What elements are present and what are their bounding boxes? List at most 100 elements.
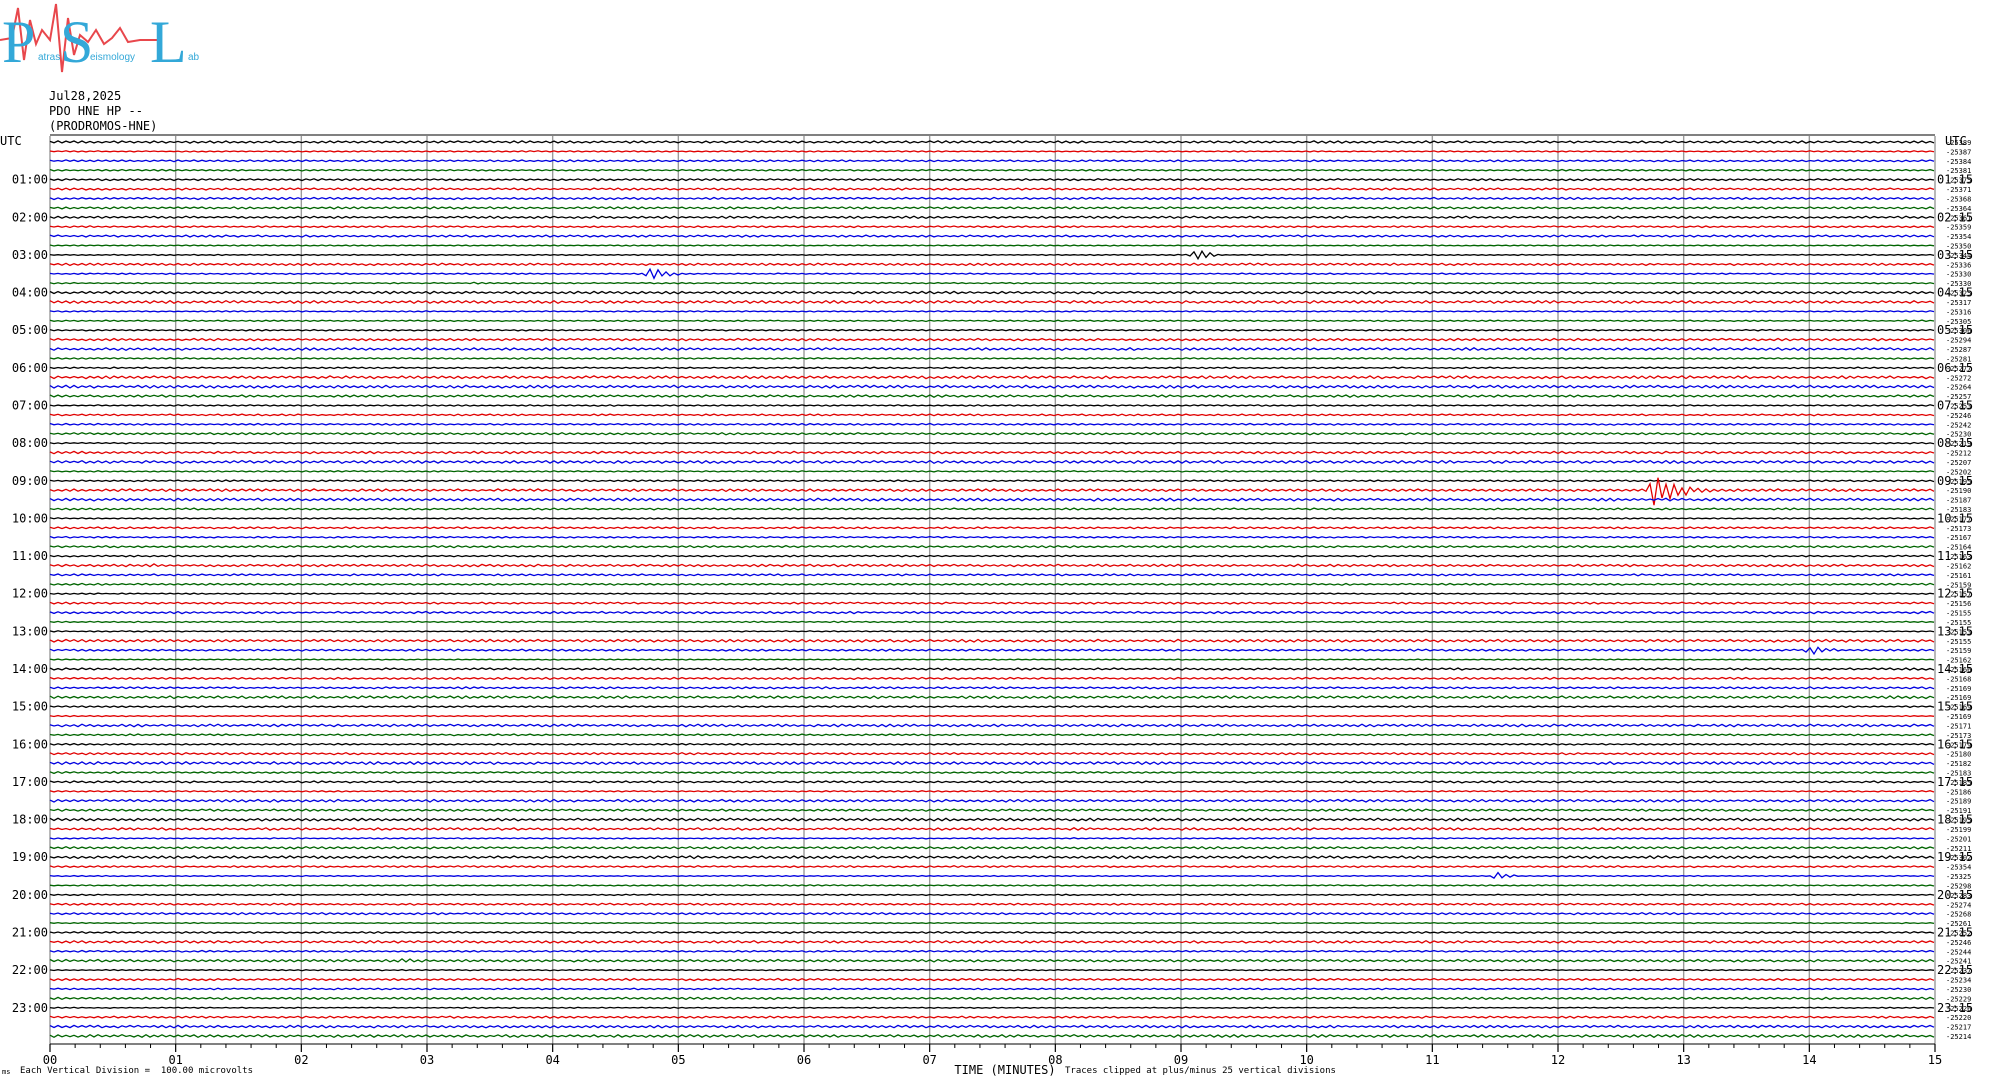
seismic-trace xyxy=(49,1015,1935,1019)
seismic-trace xyxy=(49,319,1935,323)
seismic-trace xyxy=(49,676,1935,681)
seismic-trace xyxy=(49,610,1935,615)
trace-offset-label: -25246 xyxy=(1946,939,1971,947)
seismic-trace xyxy=(49,911,1935,916)
left-hour-label: 21:00 xyxy=(12,925,48,939)
trace-offset-label: -25173 xyxy=(1946,525,1971,533)
trace-offset-label: -25207 xyxy=(1946,459,1971,467)
x-tick-label: 15 xyxy=(1928,1053,1942,1067)
seismic-trace xyxy=(49,375,1935,380)
trace-offset-label: -25246 xyxy=(1946,412,1971,420)
trace-offset-label: -25325 xyxy=(1946,873,1971,881)
left-hour-label: 22:00 xyxy=(12,963,48,977)
seismic-trace xyxy=(49,526,1935,530)
x-tick-label: 14 xyxy=(1802,1053,1816,1067)
seismic-trace xyxy=(49,733,1935,737)
seismic-trace xyxy=(49,977,1935,982)
right-hour-label: 15:15 xyxy=(1937,700,1973,714)
seismic-trace xyxy=(49,884,1935,887)
seismic-trace xyxy=(49,196,1935,201)
seismic-trace xyxy=(49,620,1935,624)
x-tick-label: 06 xyxy=(797,1053,811,1067)
trace-offset-label: -25180 xyxy=(1946,751,1971,759)
trace-offset-label: -25168 xyxy=(1946,675,1971,683)
right-hour-label: 05:15 xyxy=(1937,323,1973,337)
seismic-trace xyxy=(49,855,1935,860)
seismic-trace xyxy=(49,930,1935,935)
seismic-trace xyxy=(49,281,1935,285)
left-hour-label: 13:00 xyxy=(12,624,48,638)
right-hour-label: 23:15 xyxy=(1937,1001,1973,1015)
seismic-trace xyxy=(49,337,1935,342)
trace-offset-label: -25171 xyxy=(1946,722,1971,730)
seismic-trace xyxy=(49,958,1935,963)
left-hour-label: 10:00 xyxy=(12,511,48,525)
trace-offset-label: -25189 xyxy=(1946,798,1971,806)
right-hour-label: 10:15 xyxy=(1937,511,1973,525)
trace-offset-label: -25272 xyxy=(1946,374,1971,382)
left-hour-label: 16:00 xyxy=(12,737,48,751)
seismic-trace xyxy=(49,206,1935,210)
trace-offset-label: -25354 xyxy=(1946,233,1971,241)
seismic-trace xyxy=(49,357,1935,360)
trace-offset-label: -25268 xyxy=(1946,911,1971,919)
right-hour-label: 01:15 xyxy=(1937,173,1973,187)
seismic-trace xyxy=(49,921,1935,925)
trace-offset-label: -25169 xyxy=(1946,713,1971,721)
trace-offset-label: -25316 xyxy=(1946,308,1971,316)
seismic-trace xyxy=(49,262,1935,267)
trace-offset-label: -25220 xyxy=(1946,1014,1971,1022)
x-axis-title: TIME (MINUTES) xyxy=(954,1063,1055,1077)
seismic-trace xyxy=(49,573,1935,577)
seismic-trace xyxy=(49,592,1935,595)
seismic-trace xyxy=(49,459,1935,465)
seismic-trace xyxy=(49,384,1935,389)
x-tick-label: 09 xyxy=(1174,1053,1188,1067)
seismic-trace xyxy=(49,290,1935,295)
seismic-trace xyxy=(49,582,1935,586)
left-hour-label: 03:00 xyxy=(12,248,48,262)
seismic-trace xyxy=(49,667,1935,671)
seismic-trace xyxy=(49,267,1935,280)
right-hour-label: 12:15 xyxy=(1937,587,1973,601)
seismic-trace xyxy=(49,140,1935,144)
right-hour-label: 02:15 xyxy=(1937,210,1973,224)
seismic-trace xyxy=(49,310,1935,313)
left-hour-label: 07:00 xyxy=(12,398,48,412)
right-hour-label: 08:15 xyxy=(1937,436,1973,450)
helicorder-chart: 00 01 02 03 04 05 06 07 08 09 10 11 12 13 14 15-25389-2… xyxy=(0,134,1973,1077)
trace-offset-label: -25169 xyxy=(1946,685,1971,693)
left-utc-label: UTC xyxy=(0,134,22,148)
seismic-trace xyxy=(49,902,1935,906)
seismic-trace xyxy=(49,299,1935,305)
right-hour-label: 19:15 xyxy=(1937,850,1973,864)
left-hour-label: 18:00 xyxy=(12,813,48,827)
seismic-trace xyxy=(49,742,1935,746)
x-tick-label: 00 xyxy=(43,1053,57,1067)
seismic-trace xyxy=(49,497,1935,502)
seismic-trace xyxy=(49,949,1935,953)
seismic-trace xyxy=(49,244,1935,247)
seismic-trace xyxy=(49,1033,1935,1039)
left-hour-label: 06:00 xyxy=(12,361,48,375)
trace-offset-label: -25186 xyxy=(1946,788,1971,796)
right-hour-label: 04:15 xyxy=(1937,286,1973,300)
trace-offset-label: -25201 xyxy=(1946,835,1971,843)
trace-offset-label: -25294 xyxy=(1946,337,1971,345)
seismic-trace xyxy=(49,987,1935,991)
seismic-trace xyxy=(49,601,1935,605)
right-hour-label: 14:15 xyxy=(1937,662,1973,676)
footer-left-mark: ms xyxy=(2,1068,11,1076)
seismic-trace xyxy=(49,422,1935,426)
trace-offset-label: -25167 xyxy=(1946,534,1971,542)
seismic-trace xyxy=(49,249,1935,261)
seismic-trace xyxy=(49,638,1935,643)
trace-offset-label: -25155 xyxy=(1946,610,1971,618)
right-hour-label: 11:15 xyxy=(1937,549,1973,563)
seismic-trace xyxy=(49,450,1935,455)
left-hour-label: 02:00 xyxy=(12,210,48,224)
seismic-trace xyxy=(49,845,1935,850)
trace-offset-label: -25336 xyxy=(1946,261,1971,269)
seismic-trace xyxy=(49,996,1935,1001)
x-tick-label: 05 xyxy=(671,1053,685,1067)
